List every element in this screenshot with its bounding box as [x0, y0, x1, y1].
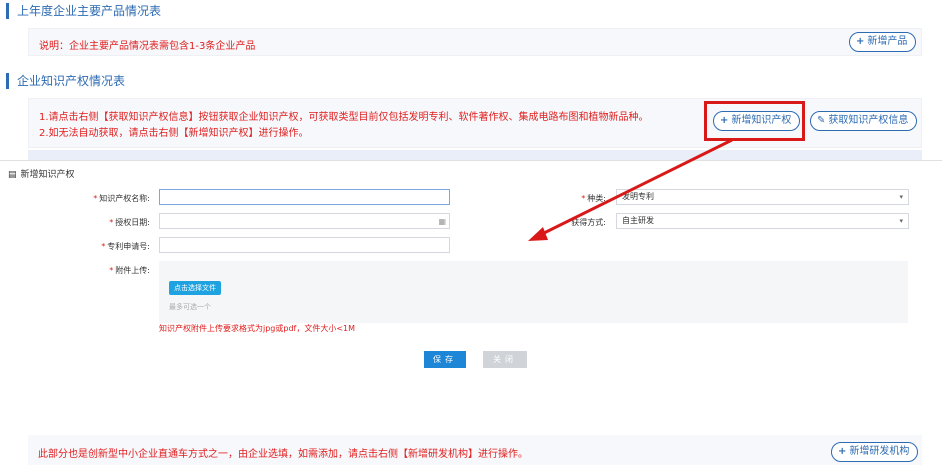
annotation-arrow	[528, 138, 733, 241]
rd-note: 此部分也是创新型中小企业直通车方式之一，由企业选填，如需添加，请点击右侧【新增研…	[38, 449, 528, 460]
add-rd-button[interactable]: + 新增研发机构	[831, 442, 919, 462]
rd-note-box: 此部分也是创新型中小企业直通车方式之一，由企业选填，如需添加，请点击右侧【新增研…	[28, 435, 922, 465]
plus-icon: +	[838, 446, 847, 457]
